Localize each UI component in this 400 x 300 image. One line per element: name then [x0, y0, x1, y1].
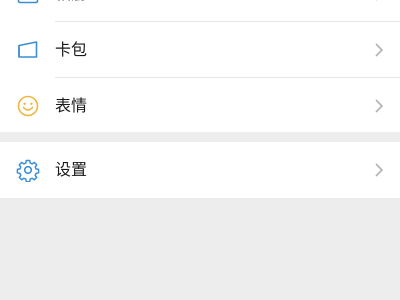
gear-icon	[16, 158, 40, 182]
chevron-right-icon	[374, 42, 384, 58]
menu-item-settings[interactable]: 设置	[0, 142, 400, 198]
smiley-face-icon	[16, 94, 40, 118]
card-wallet-icon	[16, 38, 40, 62]
menu-item-label: 卡包	[55, 40, 88, 59]
menu-item-stickers[interactable]: 表情	[0, 78, 400, 134]
menu-item-card-wallet[interactable]: 卡包	[0, 22, 400, 78]
menu-item-label: 设置	[55, 160, 88, 179]
photo-album-icon	[16, 0, 40, 6]
chevron-right-icon	[374, 0, 384, 2]
menu-item-label: 相册	[55, 0, 87, 22]
chevron-right-icon	[374, 98, 384, 114]
menu-group: 相册 卡包 表情	[0, 0, 400, 132]
chevron-right-icon	[374, 162, 384, 178]
menu-item-label: 表情	[55, 96, 88, 115]
settings-group: 设置	[0, 142, 400, 198]
menu-item-album[interactable]: 相册	[0, 0, 400, 22]
